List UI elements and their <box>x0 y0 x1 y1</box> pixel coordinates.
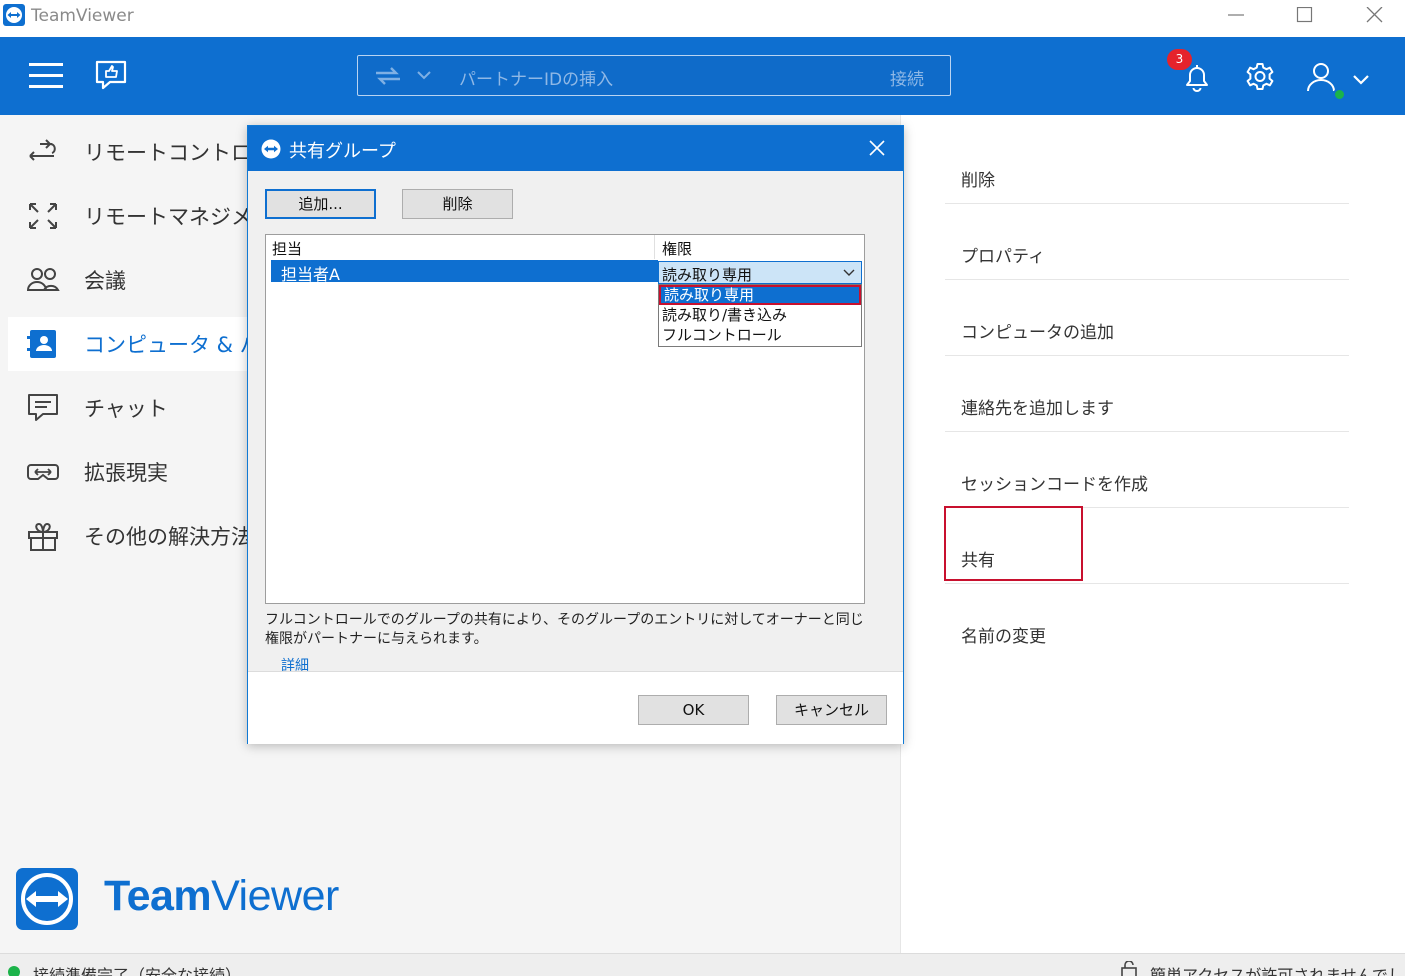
column-header-user[interactable]: 担当 <box>272 238 302 259</box>
chevron-down-icon <box>843 269 855 276</box>
ar-icon <box>27 464 59 480</box>
teamviewer-logo-icon <box>16 868 78 930</box>
column-divider[interactable] <box>654 235 655 259</box>
ok-button[interactable]: OK <box>638 695 749 725</box>
connection-status-text: 接続準備完了（安全な接続） <box>33 966 242 976</box>
permission-option-read-only[interactable]: 読み取り専用 <box>659 285 861 305</box>
dialog-title: 共有グループ <box>289 141 396 162</box>
sidebar-item-label: 拡張現実 <box>84 461 168 485</box>
remote-management-icon <box>29 203 57 229</box>
meeting-icon <box>26 268 60 291</box>
dialog-button-area: OK キャンセル <box>248 672 903 744</box>
status-online-dot <box>8 966 20 976</box>
gift-icon <box>28 522 58 551</box>
share-list: 担当 権限 担当者A 読み取り専用 読み取り専用 読み取り/書き込み フルコント… <box>265 234 865 604</box>
table-row[interactable]: 担当者A <box>271 260 658 284</box>
info-text: フルコントロールでのグループの共有により、そのグループのエントリに対してオーナー… <box>265 612 864 647</box>
teamviewer-app-icon <box>3 4 25 26</box>
maximize-icon <box>1296 7 1313 23</box>
chat-icon <box>28 394 58 421</box>
window-titlebar: TeamViewer <box>0 0 1405 37</box>
menu-button[interactable] <box>29 63 63 89</box>
permission-option-read-write[interactable]: 読み取り/書き込み <box>659 305 861 325</box>
share-highlight-box <box>944 506 1083 581</box>
status-bar: 接続準備完了（安全な接続） 簡単アクセスが許可されませんでした <box>0 953 1405 976</box>
unlock-icon <box>1121 961 1137 976</box>
partner-id-placeholder: パートナーIDの挿入 <box>459 70 614 90</box>
dialog-titlebar: 共有グループ <box>248 126 903 171</box>
remote-control-icon <box>29 139 56 161</box>
permission-select-value: 読み取り専用 <box>662 266 753 284</box>
menu-item-properties[interactable]: プロパティ <box>945 204 1349 280</box>
add-button[interactable]: 追加... <box>265 189 376 219</box>
permission-select[interactable]: 読み取り専用 <box>658 261 862 284</box>
chevron-down-icon[interactable] <box>416 67 432 83</box>
cancel-button[interactable]: キャンセル <box>776 695 887 725</box>
feedback-icon[interactable] <box>94 58 128 92</box>
close-window-button[interactable] <box>1351 0 1397 32</box>
column-header-permission[interactable]: 権限 <box>662 238 692 259</box>
user-icon[interactable] <box>1306 61 1336 93</box>
menu-item-delete[interactable]: 削除 <box>945 128 1349 204</box>
chevron-down-icon[interactable] <box>1352 73 1370 87</box>
row-user-name: 担当者A <box>281 265 340 284</box>
notification-badge: 3 <box>1167 49 1192 70</box>
connect-button[interactable]: 接続 <box>890 65 924 90</box>
minimize-button[interactable] <box>1212 0 1258 32</box>
shared-group-dialog: 共有グループ 追加... 削除 担当 権限 担当者A 読み取り専用 読み取り専用… <box>247 125 904 744</box>
gear-icon[interactable] <box>1245 62 1275 92</box>
contacts-icon <box>27 330 56 358</box>
teamviewer-logo-text: TeamViewer <box>104 872 339 920</box>
window-title: TeamViewer <box>31 6 134 26</box>
swap-icon[interactable] <box>374 66 402 86</box>
close-icon[interactable] <box>868 139 886 157</box>
menu-item-add-contact[interactable]: 連絡先を追加します <box>945 356 1349 432</box>
teamviewer-app-icon <box>261 139 281 159</box>
minimize-icon <box>1228 14 1244 16</box>
menu-item-rename[interactable]: 名前の変更 <box>945 584 1349 660</box>
permission-option-full-control[interactable]: フルコントロール <box>659 325 861 345</box>
sidebar-item-label: チャット <box>84 397 168 421</box>
permission-dropdown-list: 読み取り専用 読み取り/書き込み フルコントロール <box>658 284 862 347</box>
menu-item-add-computer[interactable]: コンピュータの追加 <box>945 280 1349 356</box>
sidebar-item-label: その他の解決方法 <box>84 525 252 549</box>
top-bar: パートナーIDの挿入 接続 3 <box>0 37 1405 115</box>
easy-access-status-text: 簡単アクセスが許可されませんでした <box>1150 966 1405 976</box>
delete-button[interactable]: 削除 <box>402 189 513 219</box>
close-icon <box>1366 7 1383 23</box>
menu-item-create-session-code[interactable]: セッションコードを作成 <box>945 432 1349 508</box>
sidebar-item-label: 会議 <box>84 269 126 293</box>
partner-id-input[interactable]: パートナーIDの挿入 接続 <box>357 55 951 96</box>
maximize-button[interactable] <box>1281 0 1327 32</box>
online-status-dot <box>1333 88 1346 101</box>
